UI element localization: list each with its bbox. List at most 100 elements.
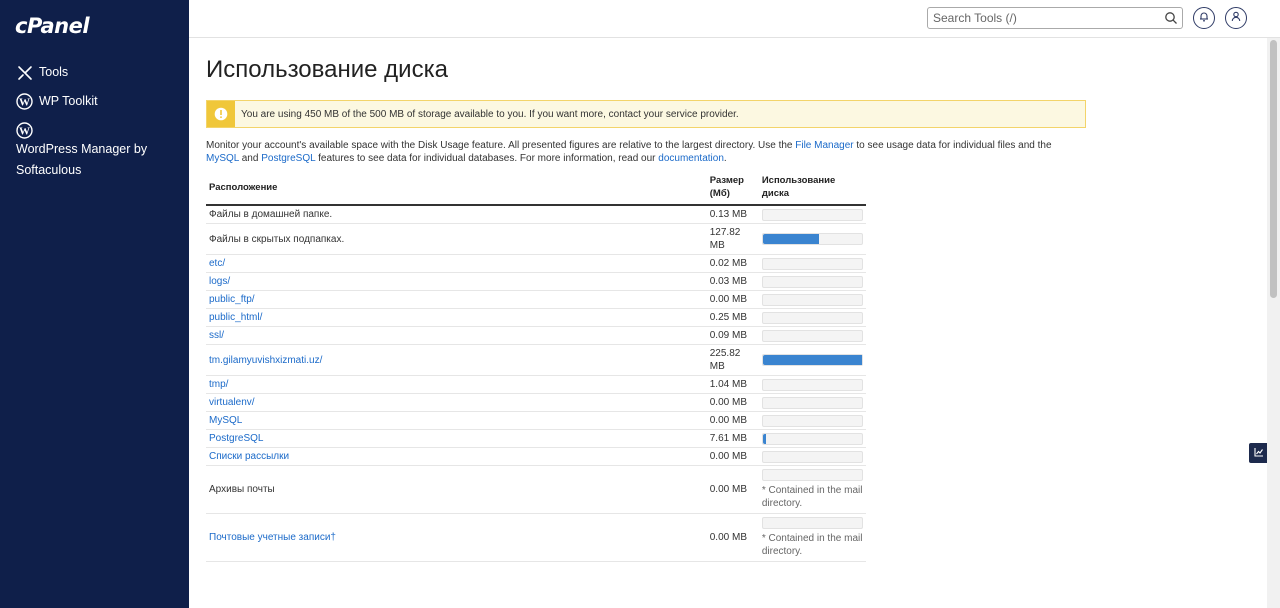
usage-bar (761, 432, 863, 445)
postgresql-link[interactable]: PostgreSQL (261, 153, 315, 164)
location-link[interactable]: public_ftp/ (209, 294, 255, 305)
usage-note: * Contained in the mail directory. (761, 533, 863, 557)
location-cell: Списки рассылки (206, 447, 707, 466)
usage-cell (758, 344, 866, 376)
wordpress-icon: W (16, 93, 33, 110)
usage-bar (761, 469, 863, 481)
location-cell: public_html/ (206, 308, 707, 327)
size-cell: 0.02 MB (706, 254, 759, 273)
location-link[interactable]: virtualenv/ (209, 397, 255, 408)
documentation-link[interactable]: documentation (658, 153, 724, 164)
usage-cell (758, 393, 866, 412)
location-cell: tmp/ (206, 375, 707, 394)
table-body: Файлы в домашней папке. 0.13 MB Файлы в ск… (206, 205, 866, 562)
location-link[interactable]: tm.gilamyuvishxizmati.uz/ (209, 355, 322, 366)
location-link[interactable]: logs/ (209, 276, 230, 287)
sidebar-item-label: WordPress Manager by (16, 142, 148, 156)
size-cell: 0.13 MB (706, 205, 759, 224)
usage-cell (758, 308, 866, 327)
location-link[interactable]: ssl/ (209, 330, 224, 341)
usage-bar (761, 517, 863, 529)
usage-bar-fill (762, 355, 862, 365)
location-link[interactable]: Почтовые учетные записи† (209, 532, 336, 543)
user-menu-button[interactable] (1225, 7, 1247, 29)
table-row: Файлы в скрытых подпапках. 127.82 MB (206, 223, 866, 255)
usage-cell (758, 447, 866, 466)
usage-cell (758, 429, 866, 448)
usage-bar (761, 275, 863, 288)
size-cell: 0.00 MB (706, 393, 759, 412)
size-cell: 0.03 MB (706, 272, 759, 291)
table-header-row: Расположение Размер (Мб) Использование д… (206, 173, 866, 206)
mysql-link[interactable]: MySQL (206, 153, 239, 164)
sidebar-item-wordpress-manager[interactable]: W WordPress Manager by Softaculous (0, 116, 189, 185)
table-row: logs/0.03 MB (206, 272, 866, 291)
location-label: Архивы почты (209, 484, 275, 495)
table-row: tm.gilamyuvishxizmati.uz/225.82 MB (206, 344, 866, 376)
notifications-button[interactable] (1193, 7, 1215, 29)
bell-icon (1199, 9, 1209, 27)
disk-usage-table: Расположение Размер (Мб) Использование д… (206, 173, 866, 562)
location-cell: Файлы в домашней папке. (206, 205, 707, 224)
usage-bar-fill (762, 234, 819, 244)
size-cell: 0.00 MB (706, 465, 759, 514)
location-link[interactable]: tmp/ (209, 379, 228, 390)
table-row: tmp/1.04 MB (206, 375, 866, 394)
usage-cell (758, 375, 866, 394)
column-header-size[interactable]: Размер (Мб) (706, 173, 759, 206)
location-link[interactable]: etc/ (209, 258, 225, 269)
search-icon[interactable] (1164, 11, 1178, 25)
table-row: public_html/0.25 MB (206, 308, 866, 327)
location-cell: etc/ (206, 254, 707, 273)
column-header-location[interactable]: Расположение (206, 173, 707, 206)
location-cell: logs/ (206, 272, 707, 291)
usage-bar (761, 208, 863, 221)
location-cell: public_ftp/ (206, 290, 707, 309)
scrollbar-thumb[interactable] (1270, 40, 1277, 298)
stats-toggle-button[interactable] (1249, 443, 1269, 463)
usage-bar (761, 233, 863, 245)
location-cell: PostgreSQL (206, 429, 707, 448)
size-cell: 7.61 MB (706, 429, 759, 448)
intro-text: Monitor your account's available space w… (206, 140, 1052, 164)
cpanel-logo[interactable]: cPanel (15, 14, 90, 38)
location-link[interactable]: MySQL (209, 415, 242, 426)
usage-bar (761, 378, 863, 391)
wordpress-icon: W (16, 122, 33, 139)
chart-icon (1254, 444, 1264, 462)
warning-icon (207, 101, 235, 127)
usage-bar (761, 450, 863, 463)
usage-bar (761, 329, 863, 342)
sidebar-item-wp-toolkit[interactable]: W WP Toolkit (0, 87, 189, 116)
column-header-usage[interactable]: Использование диска (758, 173, 866, 206)
location-link[interactable]: public_html/ (209, 312, 262, 323)
location-link[interactable]: PostgreSQL (209, 433, 263, 444)
location-cell: Почтовые учетные записи† (206, 513, 707, 562)
location-cell: MySQL (206, 411, 707, 430)
location-cell: Файлы в скрытых подпапках. (206, 223, 707, 255)
file-manager-link[interactable]: File Manager (795, 140, 853, 151)
sidebar-nav: Tools W WP Toolkit W WordPress Manager b… (0, 58, 189, 185)
location-link[interactable]: Списки рассылки (209, 451, 289, 462)
svg-text:W: W (19, 126, 30, 138)
usage-cell (758, 272, 866, 291)
table-row: Архивы почты 0.00 MB * Contained in the ma… (206, 465, 866, 514)
usage-cell (758, 290, 866, 309)
storage-alert: You are using 450 MB of the 500 MB of st… (206, 100, 1086, 128)
usage-cell (758, 254, 866, 273)
search-input[interactable] (928, 8, 1153, 28)
sidebar-item-tools[interactable]: Tools (0, 58, 189, 87)
page-title: Использование диска (206, 56, 448, 83)
sidebar: cPanel Tools W WP Toolkit W WordPress Ma… (0, 0, 189, 608)
location-cell: virtualenv/ (206, 393, 707, 412)
table-row: virtualenv/0.00 MB (206, 393, 866, 412)
user-icon (1231, 9, 1241, 27)
table-row: public_ftp/0.00 MB (206, 290, 866, 309)
location-label: Файлы в домашней папке. (209, 209, 333, 220)
location-cell: Архивы почты (206, 465, 707, 514)
svg-text:W: W (19, 97, 30, 109)
table-row: PostgreSQL 7.61 MB (206, 429, 866, 448)
main-content: Использование диска You are using 450 MB… (206, 38, 1256, 562)
usage-bar (761, 311, 863, 324)
size-cell: 0.00 MB (706, 290, 759, 309)
